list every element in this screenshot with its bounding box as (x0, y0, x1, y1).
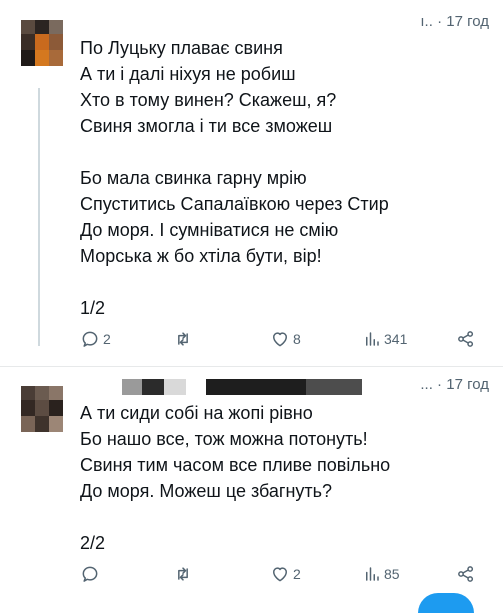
tweet-text: А ти сиди собі на жопі рівно Бо нашо все… (80, 400, 490, 556)
views-button[interactable]: 341 (363, 329, 407, 349)
author-name-redacted[interactable] (142, 379, 164, 395)
author-handle-redacted[interactable] (206, 379, 306, 395)
timestamp[interactable]: ı.. · 17 год (420, 13, 489, 30)
action-bar: 2 85 (80, 564, 480, 590)
reply-button[interactable] (80, 564, 103, 584)
share-icon (458, 331, 474, 347)
repost-button[interactable] (172, 329, 194, 349)
text-line: А ти сиди собі на жопі рівно (80, 403, 313, 423)
views-icon (366, 567, 379, 581)
text-line: Хто в тому винен? Скажеш, я? (80, 90, 337, 110)
repost-icon (178, 567, 188, 581)
views-count: 85 (384, 566, 400, 582)
like-button[interactable]: 2 (270, 564, 301, 584)
thread-counter: 2/2 (80, 533, 106, 553)
repost-icon (178, 332, 188, 346)
tweet-2[interactable]: ... · 17 год А ти сиди собі на жопі рівн… (0, 366, 503, 600)
text-line: До моря. І сумніватися не смію (80, 220, 339, 240)
share-button[interactable] (456, 564, 476, 584)
like-icon (273, 332, 287, 347)
reply-icon (82, 566, 98, 582)
tweet-text: По Луцьку плаває свиня А ти і далі ніхуя… (80, 35, 490, 321)
author-name-redacted[interactable] (122, 379, 142, 395)
text-line: А ти і далі ніхуя не робиш (80, 64, 296, 84)
like-count: 2 (293, 566, 301, 582)
author-name-redacted[interactable] (164, 379, 186, 395)
text-line: Бо мала свинка гарну мрію (80, 168, 307, 188)
post-time[interactable]: 17 год (446, 13, 489, 30)
like-icon (273, 567, 287, 582)
author-name-fragment[interactable]: ı.. (420, 13, 433, 30)
like-count: 8 (293, 331, 301, 347)
avatar[interactable] (21, 386, 63, 432)
tweet-header: ... · 17 год (80, 376, 489, 398)
time-separator: · (437, 13, 443, 30)
text-line: Морська ж бо хтіла бути, вір! (80, 246, 322, 266)
action-bar: 2 8 341 (80, 329, 480, 355)
reply-button[interactable]: 2 (80, 329, 111, 349)
text-line: Бо нашо все, тож можна потонуть! (80, 429, 368, 449)
views-icon (366, 332, 379, 346)
text-line: До моря. Можеш це збагнуть? (80, 481, 333, 501)
views-count: 341 (384, 331, 408, 347)
repost-button[interactable] (172, 564, 194, 584)
author-handle-redacted[interactable] (306, 379, 362, 395)
compose-button[interactable] (418, 593, 474, 613)
thread-counter: 1/2 (80, 298, 106, 318)
thread-line (38, 88, 40, 346)
tweet-1[interactable]: ı.. · 17 год По Луцьку плаває свиня А ти… (0, 0, 503, 366)
post-time[interactable]: 17 год (446, 376, 489, 393)
avatar[interactable] (21, 20, 63, 66)
reply-count: 2 (103, 331, 111, 347)
views-button[interactable]: 85 (363, 564, 400, 584)
tweet-header: ı.. · 17 год (80, 13, 489, 35)
text-line: Свиня змогла і ти все зможеш (80, 116, 333, 136)
text-line: Спуститись Сапалаївкою через Стир (80, 194, 389, 214)
share-icon (458, 566, 474, 582)
share-button[interactable] (456, 329, 476, 349)
time-separator: ... · (420, 376, 443, 393)
reply-icon (82, 331, 98, 347)
like-button[interactable]: 8 (270, 329, 301, 349)
text-line: По Луцьку плаває свиня (80, 38, 283, 58)
text-line: Свиня тим часом все пливе повільно (80, 455, 391, 475)
timestamp[interactable]: ... · 17 год (420, 376, 489, 393)
